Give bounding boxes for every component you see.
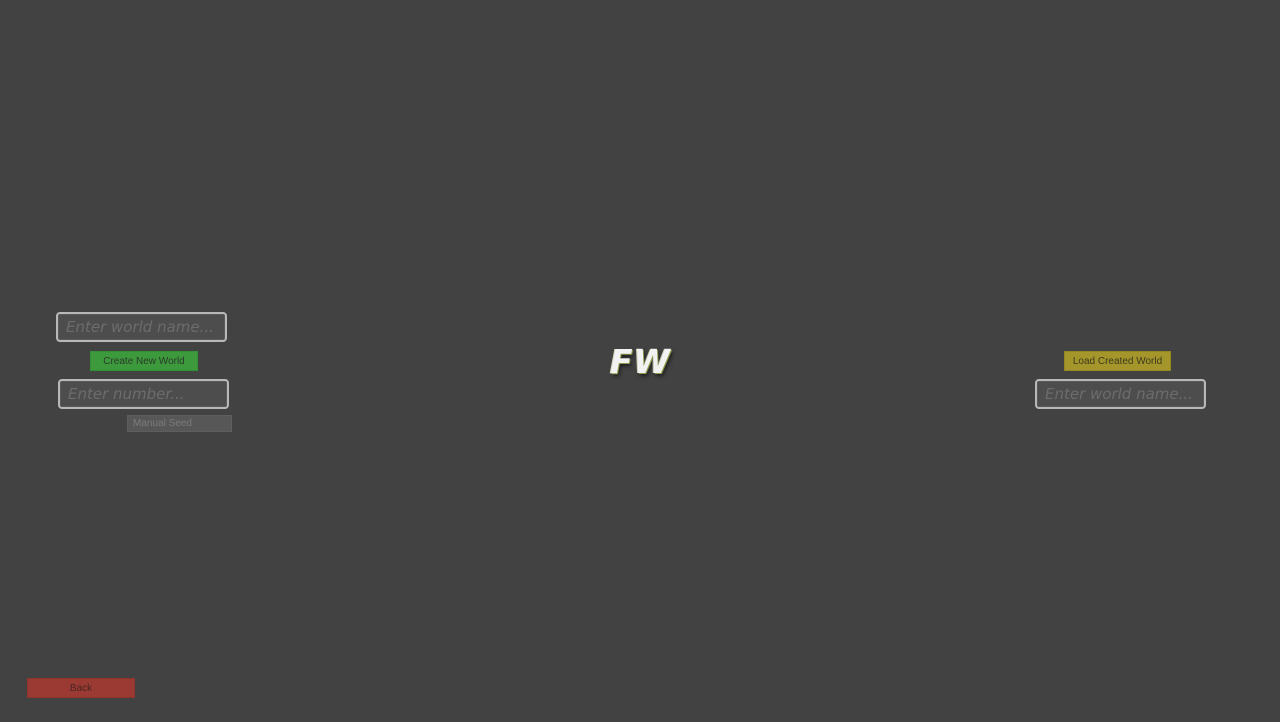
create-new-world-button[interactable]: Create New World [90,351,198,371]
manual-seed-toggle[interactable]: Manual Seed [127,415,232,432]
seed-number-input[interactable] [58,379,229,409]
game-logo: FW [610,342,671,381]
back-button[interactable]: Back [27,678,135,698]
load-world-name-input[interactable] [1035,379,1206,409]
load-created-world-button[interactable]: Load Created World [1064,351,1171,371]
new-world-name-input[interactable] [56,312,227,342]
world-select-screen: Create New World Manual Seed FW Load Cre… [0,0,1280,722]
